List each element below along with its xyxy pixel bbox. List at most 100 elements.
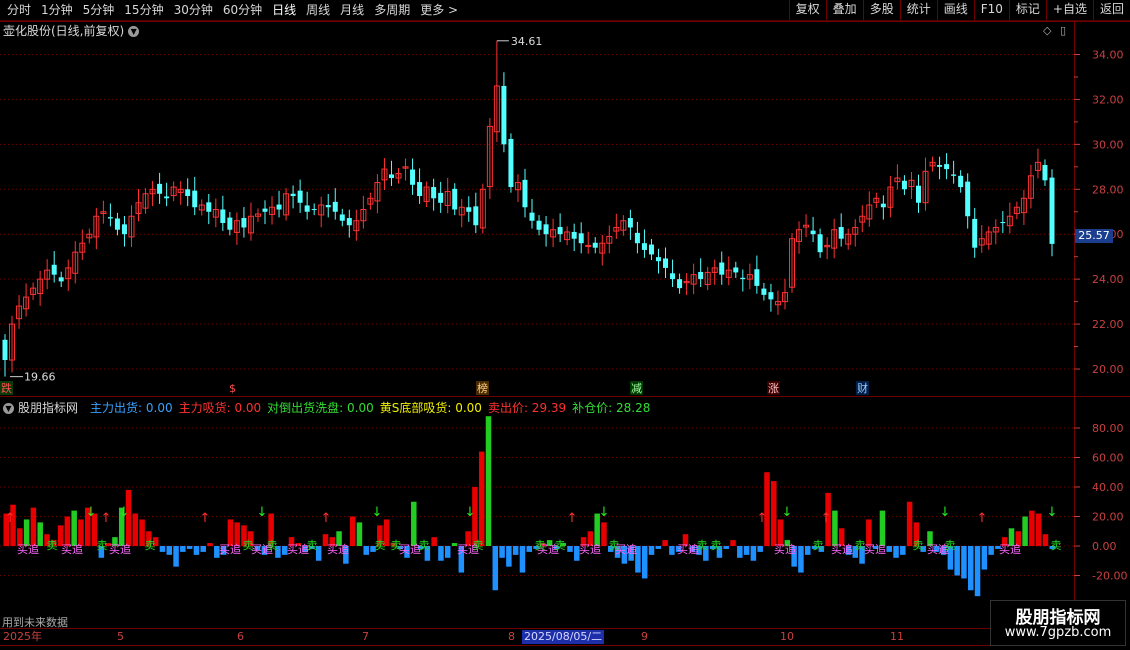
indicator-bar bbox=[669, 546, 675, 555]
toolbar-button-8[interactable]: 返回 bbox=[1092, 0, 1130, 20]
period-tab-1[interactable]: 1分钟 bbox=[36, 0, 78, 20]
stock-title[interactable]: 壶化股份(日线,前复权) ▼ bbox=[3, 22, 140, 39]
indicator-bar bbox=[716, 546, 723, 558]
price-axis-label: 24.00 bbox=[1092, 273, 1124, 286]
indicator-bar bbox=[546, 540, 553, 546]
toolbar-button-6[interactable]: 标记 bbox=[1008, 0, 1046, 20]
window-toggle-icon[interactable]: ▯ bbox=[1060, 24, 1066, 37]
candle-body bbox=[37, 278, 44, 295]
candle-body bbox=[606, 235, 613, 244]
period-tab-0[interactable]: 分时 bbox=[2, 0, 36, 20]
period-tab-10[interactable]: 更多 > bbox=[415, 0, 463, 20]
event-mark-bg bbox=[630, 381, 643, 395]
chevron-down-icon[interactable]: ▼ bbox=[128, 26, 140, 37]
candle-body bbox=[831, 229, 838, 249]
indicator-bar bbox=[771, 481, 777, 546]
candle-body bbox=[114, 218, 120, 230]
candle-body bbox=[838, 227, 844, 239]
toolbar-button-2[interactable]: 多股 bbox=[862, 0, 900, 20]
toolbar-button-4[interactable]: 画线 bbox=[936, 0, 974, 20]
period-tab-8[interactable]: 月线 bbox=[335, 0, 369, 20]
candle-body bbox=[1000, 222, 1006, 224]
indicator-bar bbox=[248, 531, 254, 546]
candle-body bbox=[44, 269, 51, 280]
buy-arrow-icon: ↑ bbox=[200, 511, 211, 526]
candle-body bbox=[915, 185, 921, 203]
candle-body bbox=[761, 288, 767, 295]
indicator-bar bbox=[940, 546, 947, 555]
candle-body bbox=[367, 197, 374, 205]
indicator-bar bbox=[825, 492, 831, 546]
indicator-bar bbox=[1008, 528, 1015, 546]
sell-label: 卖 bbox=[555, 539, 566, 552]
candle-body bbox=[493, 85, 500, 133]
candle-body bbox=[796, 229, 803, 242]
indicator-bar bbox=[1035, 513, 1042, 546]
toolbar-button-0[interactable]: 复权 bbox=[788, 0, 826, 20]
candle-body bbox=[901, 180, 907, 190]
sell-label: 卖 bbox=[711, 539, 722, 552]
indicator-bar bbox=[947, 546, 954, 570]
indicator-bar bbox=[526, 546, 532, 552]
period-tab-2[interactable]: 5分钟 bbox=[78, 0, 120, 20]
candle-body bbox=[670, 273, 676, 280]
diamond-icon[interactable]: ◇ bbox=[1043, 24, 1051, 37]
sell-label: 卖 bbox=[47, 539, 58, 552]
candle-body bbox=[444, 191, 451, 206]
indicator-bar bbox=[709, 546, 716, 549]
indicator-bar bbox=[370, 546, 376, 552]
indicator-bar bbox=[44, 534, 50, 546]
candle-body bbox=[859, 215, 866, 223]
toolbar-button-5[interactable]: F10 bbox=[973, 0, 1009, 20]
indicator-bar bbox=[275, 546, 281, 558]
candle-body bbox=[817, 234, 823, 253]
price-axis-label: 30.00 bbox=[1092, 138, 1124, 151]
indicator-bar bbox=[458, 546, 465, 573]
candle-body bbox=[887, 186, 894, 208]
candle-body bbox=[958, 175, 964, 188]
candle-body bbox=[599, 242, 606, 254]
sell-arrow-icon: ↓ bbox=[782, 505, 793, 520]
toolbar-button-3[interactable]: 统计 bbox=[899, 0, 937, 20]
candle-body bbox=[754, 269, 760, 286]
ind-axis-label: 60.00 bbox=[1092, 452, 1124, 465]
indicator-bar bbox=[499, 546, 505, 558]
sell-arrow-icon: ↓ bbox=[257, 505, 268, 520]
indicator-bar bbox=[200, 546, 206, 552]
chevron-down-icon[interactable]: ▼ bbox=[3, 403, 14, 414]
period-tab-4[interactable]: 30分钟 bbox=[169, 0, 218, 20]
period-tab-7[interactable]: 周线 bbox=[301, 0, 335, 20]
indicator-bar bbox=[703, 546, 709, 561]
toolbar-button-7[interactable]: +自选 bbox=[1045, 0, 1093, 20]
candle-body bbox=[824, 244, 831, 248]
indicator-bar bbox=[64, 516, 71, 546]
sell-arrow-icon: ↓ bbox=[599, 505, 610, 520]
sell-label: 卖 bbox=[419, 539, 430, 552]
candle-body bbox=[339, 214, 345, 221]
period-tab-6[interactable]: 日线 bbox=[267, 0, 301, 20]
period-tab-3[interactable]: 15分钟 bbox=[119, 0, 168, 20]
candle-body bbox=[276, 204, 282, 210]
indicator-item-1: 主力吸货: 0.00 bbox=[178, 401, 262, 415]
sell-label: 卖 bbox=[243, 539, 254, 552]
candle-body bbox=[711, 267, 718, 273]
period-tab-9[interactable]: 多周期 bbox=[369, 0, 415, 20]
candle-body bbox=[374, 182, 381, 202]
candle-body bbox=[719, 262, 725, 275]
indicator-bar bbox=[322, 534, 329, 546]
candle-body bbox=[128, 215, 135, 238]
candle-body bbox=[578, 233, 584, 244]
toolbar-button-1[interactable]: 叠加 bbox=[825, 0, 863, 20]
indicator-bar bbox=[1022, 516, 1028, 546]
indicator-bar bbox=[302, 546, 308, 552]
candle-body bbox=[536, 220, 542, 230]
main-chart[interactable]: 34.0032.0030.0028.0026.0024.0022.0020.00… bbox=[0, 0, 1130, 650]
candle-body bbox=[746, 274, 753, 280]
indicator-bar bbox=[594, 513, 600, 546]
buy-chase-label: 买追 bbox=[251, 542, 273, 556]
candle-body bbox=[23, 296, 30, 310]
indicator-bar bbox=[186, 546, 193, 549]
indicator-bar bbox=[628, 546, 634, 561]
indicator-values: 主力出货: 0.00 主力吸货: 0.00 对倒出货洗盘: 0.00 黄S底部吸货: … bbox=[84, 401, 650, 415]
period-tab-5[interactable]: 60分钟 bbox=[218, 0, 267, 20]
